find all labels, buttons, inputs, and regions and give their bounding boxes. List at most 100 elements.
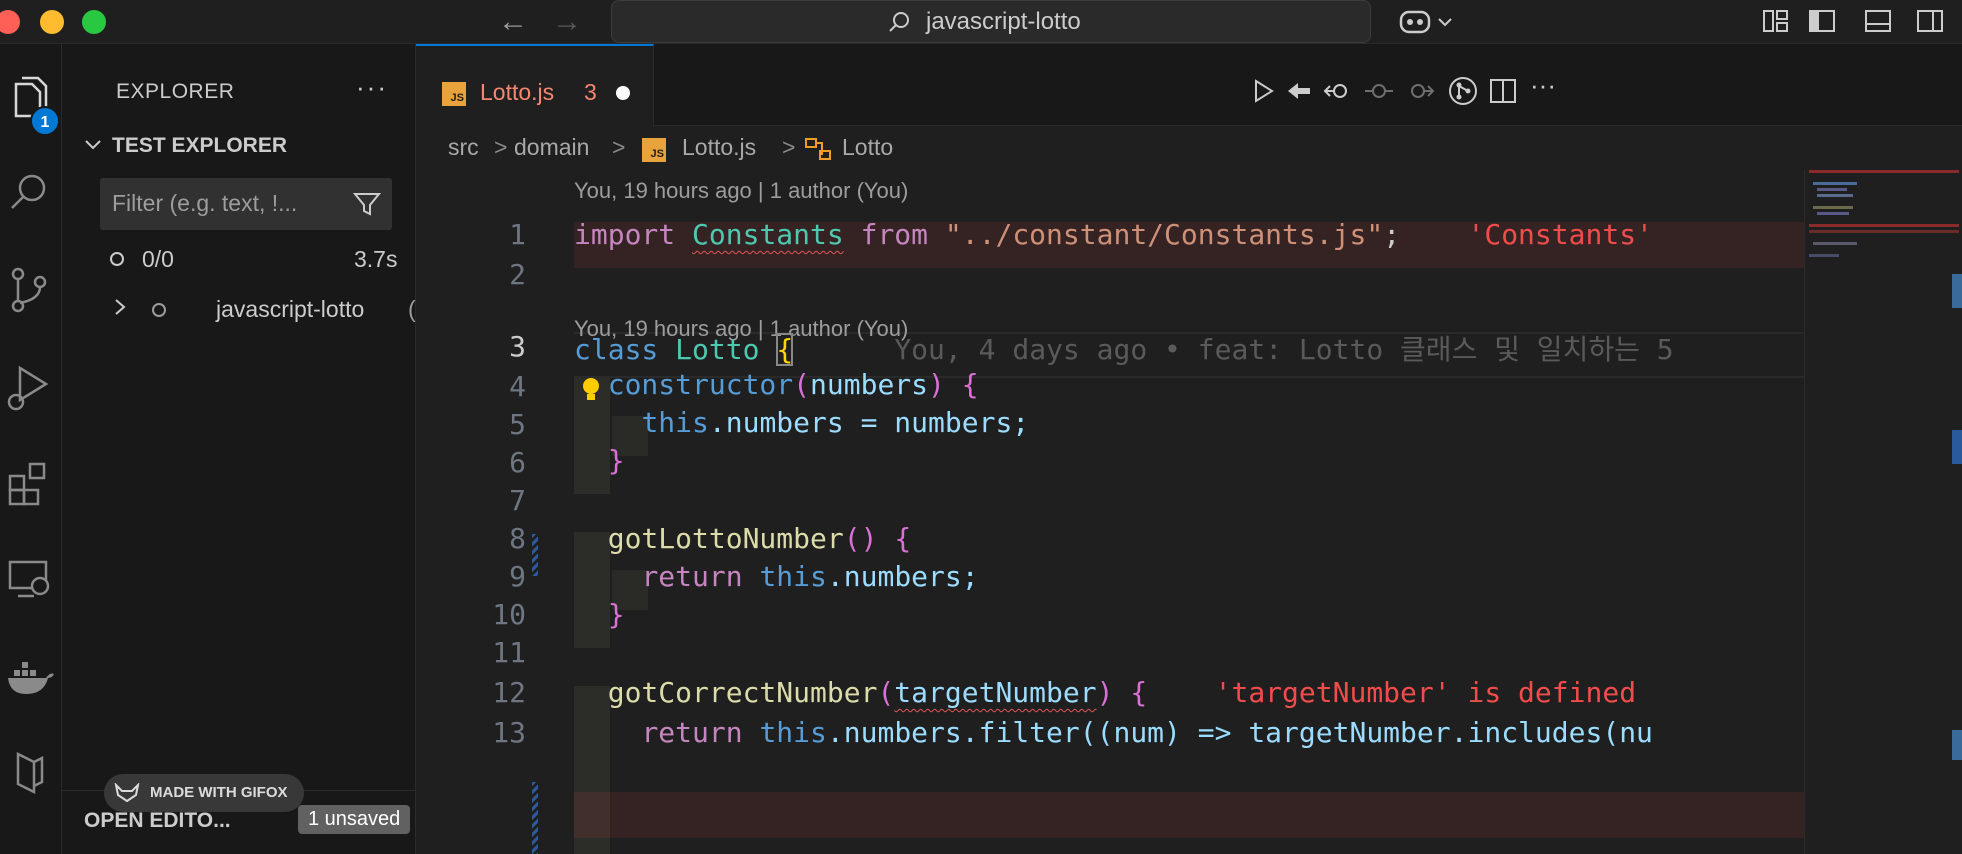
next-change-icon[interactable] — [1406, 76, 1436, 106]
code-token: this — [759, 716, 827, 749]
previous-change-icon[interactable] — [1322, 76, 1352, 106]
code-token: ) — [1096, 676, 1114, 709]
breadcrumb-item[interactable]: Lotto.js — [682, 134, 756, 161]
minimap-code-line — [1817, 188, 1847, 191]
extension-p-icon[interactable] — [4, 748, 56, 804]
tab-problem-count: 3 — [584, 79, 597, 105]
customize-layout-icon[interactable] — [1762, 8, 1790, 34]
minimize-window-button[interactable] — [40, 10, 64, 34]
back-arrow-icon[interactable]: ← — [498, 6, 528, 38]
more-actions-icon[interactable]: ··· — [1530, 70, 1570, 100]
run-and-debug-icon[interactable] — [4, 360, 56, 416]
minimap-error-line — [1809, 230, 1959, 233]
run-icon[interactable] — [1248, 76, 1278, 106]
line-number: 5 — [509, 408, 526, 441]
toggle-secondary-sidebar-icon[interactable] — [1916, 8, 1944, 34]
code-token: ) — [928, 368, 945, 401]
line-number: 8 — [509, 522, 526, 555]
code-token: gotCorrectNumber — [607, 676, 878, 709]
maximize-window-button[interactable] — [82, 10, 106, 34]
code-token: } — [607, 598, 625, 631]
code-token: ; — [1383, 218, 1401, 251]
status-circle-icon — [152, 303, 166, 317]
code-token: { — [1130, 676, 1148, 709]
sidebar-title: EXPLORER — [116, 80, 235, 103]
test-duration: 3.7s — [354, 246, 398, 272]
code-line-8: gotLottoNumber() { — [574, 522, 911, 555]
git-graph-icon[interactable] — [1448, 76, 1478, 106]
code-line-1: import Constants from "../constant/Const… — [574, 218, 1653, 251]
editor-tab-bar: JS Lotto.js 3 ··· — [416, 44, 1962, 126]
code-editor[interactable]: You, 19 hours ago | 1 author (You) You, … — [416, 170, 1804, 854]
copilot-icon[interactable] — [1397, 6, 1457, 38]
docker-icon[interactable] — [4, 652, 56, 708]
code-token: Lotto — [675, 333, 760, 366]
unsaved-dot-icon[interactable] — [616, 86, 630, 100]
code-token: ( — [877, 676, 895, 709]
remote-explorer-icon[interactable] — [4, 552, 56, 608]
sidebar: EXPLORER ··· TEST EXPLORER 0/0 3.7s java… — [62, 44, 445, 854]
code-token: numbers — [810, 368, 929, 401]
code-token: { — [961, 368, 979, 401]
scrollbar-marker — [1952, 730, 1962, 760]
search-icon — [889, 12, 909, 32]
chevron-down-icon — [84, 134, 104, 158]
command-center-search[interactable]: javascript-lotto — [611, 0, 1371, 43]
forward-arrow-icon[interactable]: → — [552, 6, 582, 38]
close-window-button[interactable] — [0, 10, 20, 34]
line-number: 11 — [492, 636, 526, 669]
extensions-icon[interactable] — [4, 456, 56, 512]
test-tree-item[interactable]: javascript-lotto (... — [102, 290, 435, 330]
split-editor-icon[interactable] — [1488, 76, 1518, 106]
code-token: this — [759, 560, 827, 593]
line-number: 3 — [509, 330, 526, 363]
title-bar: ← → javascript-lotto — [0, 0, 1962, 44]
search-icon[interactable] — [4, 166, 56, 222]
code-token: import — [574, 218, 676, 251]
gifox-watermark-text: MADE WITH GIFOX — [150, 784, 288, 801]
codelens-author[interactable]: You, 19 hours ago | 1 author (You) — [574, 178, 908, 204]
test-explorer-title: TEST EXPLORER — [112, 134, 288, 157]
toggle-primary-sidebar-icon[interactable] — [1808, 8, 1836, 34]
commit-icon[interactable] — [1364, 76, 1394, 106]
test-count: 0/0 — [142, 246, 174, 272]
activity-bar: 1 — [0, 44, 62, 854]
line-number: 9 — [509, 560, 526, 593]
breadcrumb-item[interactable]: Lotto — [842, 134, 893, 161]
tab-label: Lotto.js — [480, 79, 555, 105]
tab-lotto-js[interactable]: JS Lotto.js 3 — [416, 44, 654, 126]
filter-icon[interactable] — [352, 190, 382, 218]
open-editors-title: OPEN EDITO... — [84, 809, 231, 832]
test-explorer-section-header[interactable]: TEST EXPLORER — [84, 134, 287, 158]
code-token: () — [843, 522, 878, 555]
minimap-error-line — [1809, 224, 1959, 227]
code-line-12: gotCorrectNumber(targetNumber) { 'target… — [574, 676, 1636, 709]
minimap[interactable] — [1804, 170, 1962, 854]
code-line-13: return this.numbers.filter((num) => targ… — [574, 716, 1652, 749]
line-number: 7 — [509, 484, 526, 517]
code-token: from — [860, 218, 929, 251]
more-actions-icon[interactable]: ··· — [356, 72, 388, 103]
code-line-4: constructor(numbers) { — [574, 368, 979, 401]
test-tree-label: javascript-lotto — [216, 296, 365, 322]
test-filter-input[interactable] — [112, 190, 342, 217]
minimap-code-line — [1809, 254, 1839, 257]
line-number: 6 — [509, 446, 526, 479]
code-line-5: this.numbers = numbers; — [574, 406, 1029, 439]
code-token: targetNumber — [894, 676, 1097, 709]
chevron-right-icon — [114, 296, 126, 324]
line-number: 1 — [509, 218, 526, 251]
go-back-icon[interactable] — [1284, 76, 1314, 106]
breadcrumb-item[interactable]: domain — [514, 134, 589, 161]
inline-error: 'Constants' — [1467, 218, 1653, 251]
toggle-panel-icon[interactable] — [1864, 8, 1892, 34]
error-line-highlight — [574, 792, 1804, 838]
minimap-code-line — [1813, 206, 1853, 209]
scrollbar-marker — [1952, 430, 1962, 464]
source-control-icon[interactable] — [4, 262, 56, 318]
minimap-code-line — [1813, 242, 1857, 245]
code-token: .numbers = numbers; — [708, 406, 1030, 439]
breadcrumb-separator: > — [494, 134, 508, 160]
breadcrumb-item[interactable]: src — [448, 134, 479, 161]
code-token: { — [776, 333, 794, 366]
